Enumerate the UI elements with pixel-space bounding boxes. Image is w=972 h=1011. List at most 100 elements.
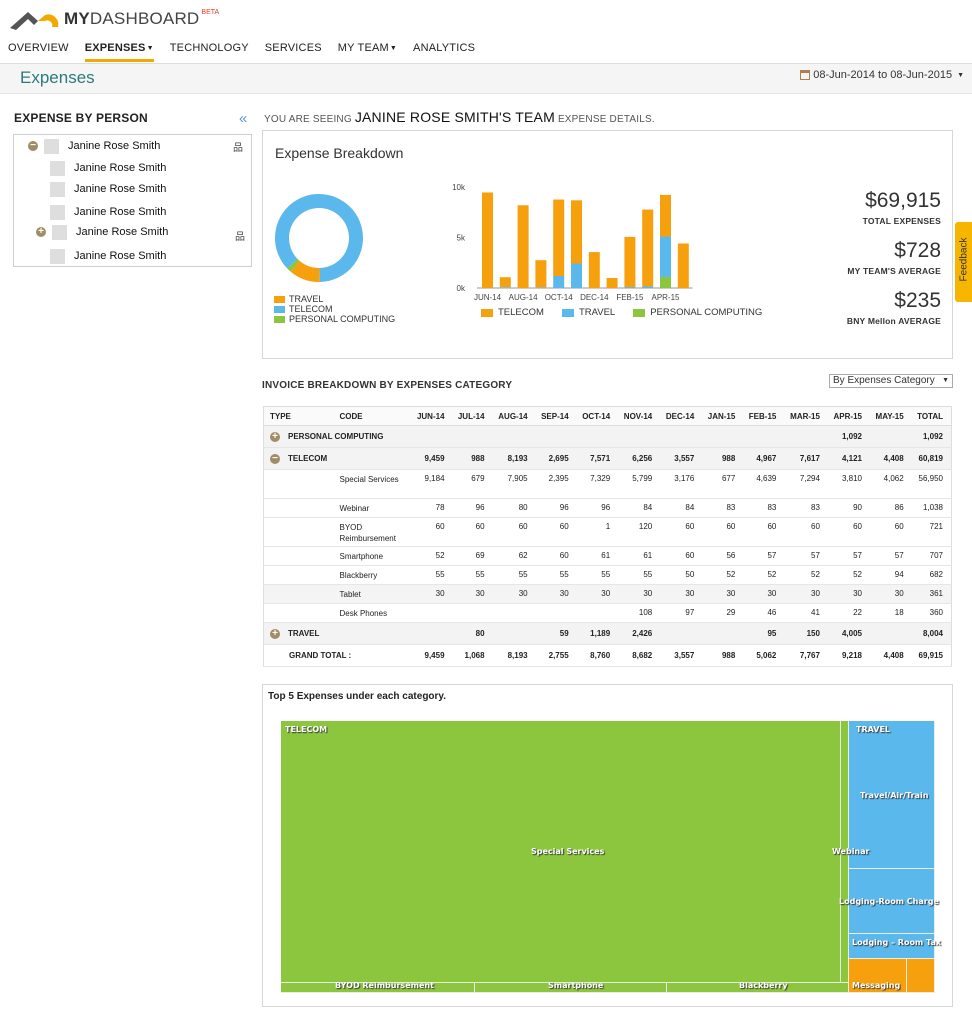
cell-value: 55: [618, 565, 661, 585]
treemap-label: Special Services: [531, 847, 605, 856]
bar-travel[interactable]: [571, 263, 582, 288]
cell-value: 60: [869, 517, 912, 547]
tree-item[interactable]: − Janine Rose Smith: [28, 137, 160, 155]
cell-value: 55: [411, 565, 453, 585]
bar-telecom[interactable]: [642, 209, 654, 287]
cell-value: 2,695: [535, 447, 577, 470]
cell-type: [263, 546, 322, 566]
cell-value: 56: [702, 546, 744, 566]
bar-travel[interactable]: [642, 286, 654, 288]
donut-slice-personal-computing[interactable]: [287, 258, 300, 272]
logo[interactable]: MYDASHBOARD BETA: [8, 6, 219, 32]
cell-value: 361: [911, 584, 952, 604]
cell-type: + PERSONAL COMPUTING: [263, 425, 412, 448]
cell-value: 3,176: [660, 469, 703, 499]
treemap-title: Top 5 Expenses under each category.: [268, 691, 447, 702]
column-header: JUN-14: [411, 406, 453, 426]
org-chart-icon[interactable]: 品: [235, 228, 245, 243]
treemap-other[interactable]: [907, 959, 935, 993]
avatar: [50, 181, 65, 197]
bar-telecom[interactable]: [553, 199, 565, 276]
swatch-personal-computing: [633, 308, 646, 317]
expand-toggle-icon[interactable]: +: [270, 432, 280, 442]
cell-value: 4,005: [827, 622, 870, 645]
stat-label: MY TEAM'S AVERAGE: [847, 266, 941, 276]
expand-toggle-icon[interactable]: +: [36, 227, 46, 237]
category-select[interactable]: By Expenses Category ▼: [829, 374, 953, 388]
bar-telecom[interactable]: [499, 277, 511, 288]
caret-down-icon: ▼: [942, 377, 949, 384]
bar-travel[interactable]: [535, 287, 547, 288]
nav-expenses[interactable]: EXPENSES▼: [77, 40, 162, 64]
cell-value: 1,038: [911, 498, 952, 518]
cell-code: Special Services: [321, 469, 412, 499]
expand-toggle-icon[interactable]: +: [270, 629, 280, 639]
collapse-sidebar-icon[interactable]: «: [239, 110, 247, 127]
cell-value: 8,760: [576, 644, 619, 667]
cell-value: 30: [869, 584, 912, 604]
column-header: APR-15: [827, 406, 870, 426]
nav-analytics[interactable]: ANALYTICS: [405, 40, 483, 64]
tree-item[interactable]: + Janine Rose Smith: [36, 223, 168, 241]
bar-telecom[interactable]: [677, 243, 689, 288]
bar-telecom[interactable]: [606, 278, 618, 288]
cell-value: 55: [576, 565, 619, 585]
bar-telecom[interactable]: [660, 194, 671, 237]
treemap-label: Lodging-Room Charge: [839, 897, 939, 906]
cell-value: [411, 622, 453, 645]
cell-value: 60: [535, 517, 577, 547]
bar-telecom[interactable]: [624, 236, 636, 288]
cell-type: + TRAVEL: [263, 622, 412, 645]
cell-type: − TELECOM: [263, 447, 412, 470]
cell-value: 86: [869, 498, 912, 518]
cell-value: 83: [784, 498, 828, 518]
table-row[interactable]: + TRAVEL 80 59 1,189 2,426 95 150 4,005 8,004: [263, 622, 952, 645]
bar-travel[interactable]: [553, 275, 565, 288]
cell-value: 55: [492, 565, 536, 585]
tree-item[interactable]: Janine Rose Smith: [50, 159, 166, 177]
cell-value: 60: [743, 517, 785, 547]
nav-my-team[interactable]: MY TEAM▼: [330, 40, 405, 64]
treemap-label: Travel/Air/Train: [860, 791, 929, 800]
cell-value: [743, 425, 785, 448]
bar-telecom[interactable]: [517, 205, 529, 288]
table-row: BYOD Reimbursement 60 60 60 60 1 120 60 60 60 60 60…: [263, 517, 952, 547]
collapse-toggle-icon[interactable]: −: [270, 454, 280, 464]
donut-slice-travel[interactable]: [290, 260, 320, 282]
bar-telecom[interactable]: [482, 192, 493, 288]
stat-label: BNY Mellon AVERAGE: [846, 316, 941, 326]
tree-item[interactable]: Janine Rose Smith: [50, 180, 166, 198]
collapse-toggle-icon[interactable]: −: [28, 141, 38, 151]
stat-value: $69,915: [865, 189, 941, 212]
bar-telecom[interactable]: [588, 252, 600, 288]
logo-beta-badge: BETA: [201, 8, 220, 16]
bar-personal-computing[interactable]: [660, 276, 671, 288]
bar-telecom[interactable]: [535, 260, 547, 288]
bar-telecom[interactable]: [571, 200, 582, 264]
table-row[interactable]: − TELECOM 9,459 988 8,193 2,695 7,571 6,256 3,55…: [263, 447, 952, 470]
date-range-picker[interactable]: 08-Jun-2014 to 08-Jun-2015 ▼: [800, 69, 964, 81]
caret-down-icon: ▼: [957, 71, 964, 79]
nav-services[interactable]: SERVICES: [257, 40, 330, 64]
org-chart-icon[interactable]: 品: [233, 139, 243, 154]
tree-item[interactable]: Janine Rose Smith: [50, 203, 166, 221]
bar-travel[interactable]: [624, 287, 636, 288]
tree-item[interactable]: Janine Rose Smith: [50, 247, 166, 265]
nav-technology[interactable]: TECHNOLOGY: [162, 40, 257, 64]
cell-value: 80: [492, 498, 536, 518]
cell-code: Blackberry: [321, 565, 412, 585]
cell-value: 57: [827, 546, 870, 566]
bar-travel[interactable]: [499, 287, 511, 288]
cell-value: 988: [702, 644, 744, 667]
cell-value: 59: [535, 622, 577, 645]
nav-overview[interactable]: OVERVIEW: [0, 40, 77, 64]
feedback-tab[interactable]: Feedback: [955, 222, 972, 302]
cell-type-label: TRAVEL: [288, 629, 320, 639]
cell-value: 60: [452, 517, 493, 547]
bar-travel[interactable]: [660, 236, 671, 277]
cell-value: 5,799: [618, 469, 661, 499]
table-row[interactable]: + PERSONAL COMPUTING 1,092 1,092: [263, 425, 952, 448]
cell-type: [263, 517, 322, 547]
cell-value: [869, 425, 912, 448]
swatch-personal-computing: [274, 315, 285, 323]
